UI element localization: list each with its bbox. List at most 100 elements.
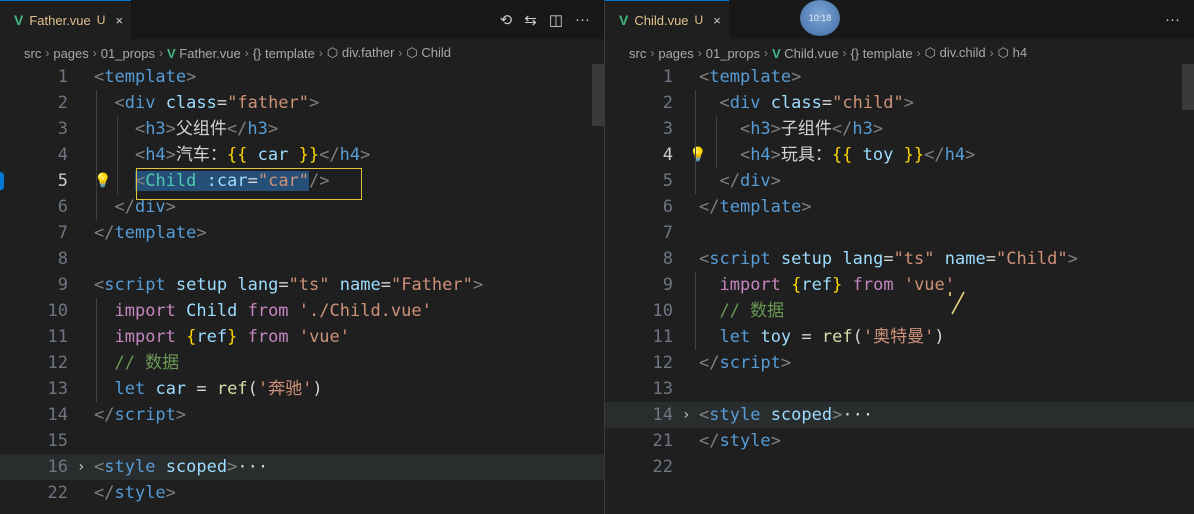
scrollbar-thumb[interactable] — [1182, 64, 1194, 110]
line-number: 2 — [57, 93, 68, 113]
code-line[interactable]: 10 // 数据 — [605, 298, 1194, 324]
indent-guide — [695, 272, 696, 350]
code-token: script — [719, 353, 781, 373]
code-line[interactable]: 21 </style> — [605, 428, 1194, 454]
line-number: 9 — [57, 275, 68, 295]
fold-chevron-icon[interactable]: › — [682, 402, 690, 428]
breadcrumb-item[interactable]: ⬡ div.child — [925, 45, 986, 61]
code-line[interactable]: 14 › <style scoped>··· — [605, 402, 1194, 428]
editor-pane-child[interactable]: V Child.vue U × ··· src › pages › 01_props › V… — [605, 0, 1194, 514]
code-text: // 数据 — [94, 350, 179, 376]
breadcrumb-item[interactable]: V Father.vue — [167, 46, 241, 61]
breadcrumb-item[interactable]: src — [629, 46, 646, 61]
code-token: div — [124, 93, 156, 113]
tab-title: Father.vue — [29, 12, 91, 28]
code-token: template — [709, 67, 792, 87]
code-token: "father" — [227, 93, 310, 113]
editor-pane-father[interactable]: V Father.vue U × ⟲ ⇆ ◫ ··· src › pages › 01_… — [0, 0, 604, 514]
code-line[interactable]: 8 <script setup lang="ts" name="Child"> — [605, 246, 1194, 272]
code-token: ( — [247, 379, 258, 399]
indent-guide — [695, 90, 696, 194]
code-line[interactable]: 12 </script> — [605, 350, 1194, 376]
code-editor[interactable]: 1 <template> 2 <div class="child"> 3 <h3>子组… — [605, 64, 1194, 480]
more-actions-icon[interactable]: ··· — [1165, 11, 1180, 28]
breadcrumb-item[interactable]: 01_props — [706, 46, 760, 61]
code-line[interactable]: 9 import {ref} from 'vue' — [605, 272, 1194, 298]
breadcrumb-item[interactable]: {} template — [253, 46, 315, 61]
code-line[interactable]: 7 </template> — [0, 220, 604, 246]
code-line[interactable]: 2 <div class="father"> — [0, 90, 604, 116]
code-token: script — [104, 275, 166, 295]
breadcrumb-item[interactable]: src — [24, 46, 41, 61]
line-number: 6 — [57, 197, 68, 217]
code-line[interactable]: 6 </template> — [605, 194, 1194, 220]
breadcrumb-label: Child — [421, 45, 452, 60]
tab-child-vue[interactable]: V Child.vue U × — [605, 0, 729, 39]
code-token: style — [104, 457, 156, 477]
code-text: <h3>父组件</h3> — [94, 116, 278, 142]
code-line[interactable]: 8 — [0, 246, 604, 272]
code-line[interactable]: 22 </style> — [0, 480, 604, 506]
indent-guide — [716, 116, 717, 168]
tab-father-vue[interactable]: V Father.vue U × — [0, 0, 132, 39]
recording-avatar: 10:18 — [800, 0, 840, 36]
scrollbar-thumb[interactable] — [592, 64, 604, 126]
code-text: <style scoped>··· — [699, 402, 873, 428]
code-token: = — [278, 275, 289, 295]
code-token: < — [699, 67, 710, 87]
code-line[interactable]: 3 <h3>子组件</h3> — [605, 116, 1194, 142]
code-line[interactable]: 3 <h3>父组件</h3> — [0, 116, 604, 142]
breadcrumb-item[interactable]: ⬡ div.father — [327, 45, 395, 61]
timeline-icon[interactable]: ⟲ — [500, 11, 513, 29]
code-line[interactable]: 9 <script setup lang="ts" name="Father"> — [0, 272, 604, 298]
code-line[interactable]: 16 › <style scoped>··· — [0, 454, 604, 480]
code-text: <div class="father"> — [94, 90, 319, 116]
indent-guide — [96, 90, 97, 220]
code-line[interactable]: 10 import Child from './Child.vue' — [0, 298, 604, 324]
code-token: 父组件 — [175, 119, 227, 139]
code-line[interactable]: 15 — [0, 428, 604, 454]
code-line[interactable]: 7 — [605, 220, 1194, 246]
indent-guide — [117, 116, 118, 194]
code-line[interactable]: 5 </div> — [605, 168, 1194, 194]
compare-changes-icon[interactable]: ⇆ — [524, 11, 537, 29]
split-editor-icon[interactable]: ◫ — [549, 11, 563, 29]
code-line[interactable]: 11 import {ref} from 'vue' — [0, 324, 604, 350]
code-line[interactable]: 1 <template> — [0, 64, 604, 90]
breadcrumb-item[interactable]: pages — [53, 46, 88, 61]
line-number: 7 — [57, 223, 68, 243]
code-token: import — [114, 327, 176, 347]
code-line[interactable]: 12 // 数据 — [0, 350, 604, 376]
code-line[interactable]: 11 let toy = ref('奥特曼') — [605, 324, 1194, 350]
code-line[interactable]: 13 — [605, 376, 1194, 402]
code-line[interactable]: 4 💡 <h4>玩具：{{ toy }}</h4> — [605, 142, 1194, 168]
more-actions-icon[interactable]: ··· — [575, 11, 590, 28]
code-token: </ — [94, 197, 135, 217]
code-line[interactable]: 1 <template> — [605, 64, 1194, 90]
code-editor[interactable]: 1 <template> 2 <div class="father"> 3 <h3>父… — [0, 64, 604, 506]
close-tab-icon[interactable]: × — [115, 13, 123, 28]
breadcrumb-item[interactable]: 01_props — [101, 46, 155, 61]
breadcrumb-item[interactable]: pages — [658, 46, 693, 61]
code-token: > — [770, 119, 781, 139]
code-text: </template> — [699, 194, 812, 220]
code-line[interactable]: 13 let car = ref('奔驰') — [0, 376, 604, 402]
code-line[interactable]: 2 <div class="child"> — [605, 90, 1194, 116]
breadcrumb-item[interactable]: {} template — [850, 46, 912, 61]
code-line[interactable]: 14 </script> — [0, 402, 604, 428]
code-token: "Child" — [995, 249, 1068, 269]
breadcrumb-item[interactable]: ⬡ h4 — [998, 45, 1027, 61]
code-line[interactable]: 4 <h4>汽车：{{ car }}</h4> — [0, 142, 604, 168]
fold-chevron-icon[interactable]: › — [77, 454, 85, 480]
breadcrumb-item[interactable]: V Child.vue — [772, 46, 839, 61]
code-line[interactable]: 22 — [605, 454, 1194, 480]
close-tab-icon[interactable]: × — [713, 13, 721, 28]
breadcrumb-item[interactable]: ⬡ Child — [406, 45, 451, 61]
code-token: </ — [319, 145, 340, 165]
